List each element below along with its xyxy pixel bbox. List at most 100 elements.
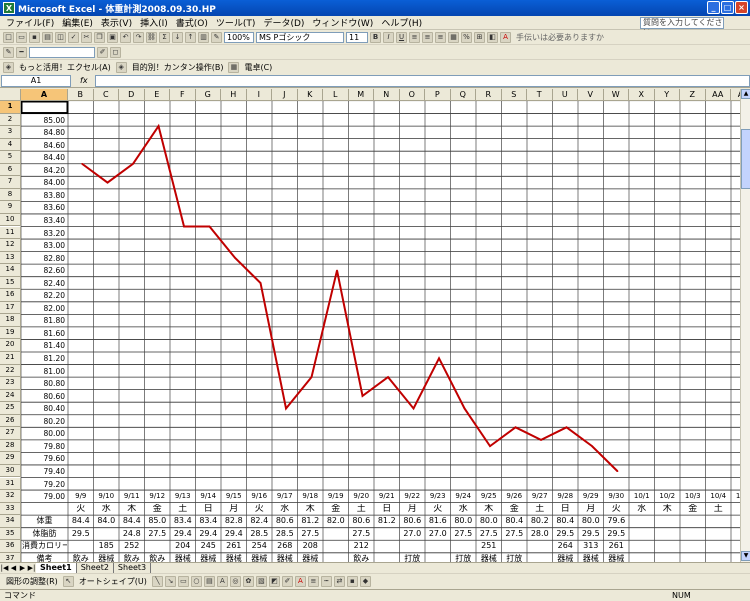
row-header[interactable]: 5 [0, 151, 21, 164]
weight-cell[interactable]: 84.0 [95, 516, 119, 528]
row-header[interactable]: 26 [0, 414, 21, 428]
bodyfat-cell[interactable]: 29.5 [554, 529, 578, 541]
calories-cell[interactable] [452, 541, 476, 553]
calories-cell[interactable] [324, 541, 348, 553]
column-header[interactable]: C [93, 89, 119, 101]
row-header[interactable]: 2 [0, 113, 21, 127]
weekday-cell[interactable]: 金 [146, 504, 170, 516]
date-cell[interactable]: 9/20 [350, 491, 374, 503]
weekday-cell[interactable]: 月 [222, 504, 246, 516]
column-header[interactable]: K [297, 89, 323, 101]
scroll-up-icon[interactable]: ▲ [741, 89, 750, 99]
column-header[interactable]: N [374, 89, 400, 101]
column-header[interactable]: Z [680, 89, 706, 101]
column-header[interactable]: R [476, 89, 502, 101]
bodyfat-cell[interactable]: 27.5 [350, 529, 374, 541]
calories-cell[interactable]: 254 [248, 541, 272, 553]
notes-cell[interactable]: 器械 [197, 554, 221, 562]
date-cell[interactable]: 9/15 [222, 491, 246, 503]
chart-wizard-icon[interactable]: ▥ [198, 31, 209, 43]
date-cell[interactable]: 10/4 [707, 491, 731, 503]
notes-cell[interactable]: 器械 [299, 554, 323, 562]
print-icon[interactable]: ▤ [42, 31, 53, 43]
column-header[interactable]: G [195, 89, 221, 101]
preview-icon[interactable]: ◫ [55, 31, 66, 43]
date-cell[interactable]: 9/21 [375, 491, 399, 503]
bodyfat-cell[interactable] [324, 529, 348, 541]
scroll-down-icon[interactable]: ▼ [741, 551, 750, 561]
weekday-cell[interactable]: 土 [171, 504, 195, 516]
weight-cell[interactable]: 79.6 [605, 516, 629, 528]
bodyfat-cell[interactable]: 29.5 [69, 529, 93, 541]
date-cell[interactable]: 9/18 [299, 491, 323, 503]
weekday-cell[interactable]: 火 [426, 504, 450, 516]
weekday-cell[interactable]: 土 [350, 504, 374, 516]
weekday-cell[interactable]: 木 [656, 504, 680, 516]
bodyfat-cell[interactable] [95, 529, 119, 541]
eraser-icon[interactable]: ◻ [110, 46, 121, 58]
notes-cell[interactable]: 器械 [222, 554, 246, 562]
fill-color-icon[interactable]: ◧ [487, 31, 498, 43]
column-header[interactable]: Q [450, 89, 476, 101]
oval-tool-icon[interactable]: ○ [190, 576, 202, 587]
row-label-weight[interactable]: 体重 [22, 516, 67, 528]
paste-icon[interactable]: ▣ [107, 31, 118, 43]
save-icon[interactable]: ▪ [29, 31, 40, 43]
column-header[interactable]: I [246, 89, 272, 101]
weekday-cell[interactable]: 水 [452, 504, 476, 516]
addin-calculator[interactable]: 電卓(C) [241, 62, 275, 73]
date-cell[interactable]: 10/2 [656, 491, 680, 503]
notes-cell[interactable] [324, 554, 348, 562]
bodyfat-cell[interactable]: 27.5 [503, 529, 527, 541]
last-sheet-icon[interactable]: ▶| [27, 564, 36, 572]
column-header[interactable]: L [323, 89, 349, 101]
column-header[interactable]: W [603, 89, 629, 101]
date-cell[interactable]: 9/28 [554, 491, 578, 503]
calories-cell[interactable] [528, 541, 552, 553]
first-sheet-icon[interactable]: |◀ [0, 564, 9, 572]
column-header[interactable]: X [629, 89, 655, 101]
sort-asc-icon[interactable]: ↓ [172, 31, 183, 43]
calories-cell[interactable]: 251 [477, 541, 501, 553]
row-label-calories[interactable]: 消費カロリー [22, 541, 67, 553]
weight-cell[interactable]: 82.0 [324, 516, 348, 528]
column-header[interactable]: A [21, 89, 68, 101]
notes-cell[interactable]: 器械 [554, 554, 578, 562]
underline-button[interactable]: U [396, 31, 407, 43]
notes-cell[interactable]: 器械 [95, 554, 119, 562]
row-header[interactable]: 28 [0, 439, 21, 453]
weekday-cell[interactable]: 水 [95, 504, 119, 516]
weight-cell[interactable]: 83.4 [197, 516, 221, 528]
minimize-button[interactable]: _ [707, 1, 720, 14]
row-header[interactable]: 4 [0, 138, 21, 152]
weight-cell[interactable]: 80.4 [503, 516, 527, 528]
weight-cell[interactable]: 84.4 [120, 516, 144, 528]
borders-icon[interactable]: ⊞ [474, 31, 485, 43]
bodyfat-cell[interactable]: 27.5 [146, 529, 170, 541]
calories-cell[interactable] [503, 541, 527, 553]
date-cell[interactable]: 9/24 [452, 491, 476, 503]
row-label-notes[interactable]: 備考 [22, 554, 67, 562]
calories-cell[interactable]: 212 [350, 541, 374, 553]
shadow-icon[interactable]: ▪ [346, 576, 358, 587]
select-all-corner[interactable] [0, 89, 21, 101]
row-label-bodyfat[interactable]: 体脂肪 [22, 529, 67, 541]
notes-cell[interactable]: 打放 [452, 554, 476, 562]
menu-file[interactable]: ファイル(F) [2, 16, 58, 29]
weekday-cell[interactable]: 日 [197, 504, 221, 516]
line-weight-icon[interactable]: ≡ [307, 576, 319, 587]
pen-icon[interactable]: ✎ [3, 46, 14, 58]
calories-cell[interactable] [426, 541, 450, 553]
notes-cell[interactable]: 器械 [605, 554, 629, 562]
scroll-thumb[interactable] [741, 129, 750, 189]
autoshape-menu[interactable]: オートシェイプ(U) [76, 576, 150, 587]
bodyfat-cell[interactable]: 29.4 [222, 529, 246, 541]
date-cell[interactable]: 9/10 [95, 491, 119, 503]
column-header[interactable]: O [399, 89, 425, 101]
clipart-icon[interactable]: ✿ [242, 576, 254, 587]
select-arrow-icon[interactable]: ↖ [62, 576, 74, 587]
weekday-cell[interactable]: 月 [401, 504, 425, 516]
date-cell[interactable]: 10/3 [681, 491, 705, 503]
bold-button[interactable]: B [370, 31, 381, 43]
menu-window[interactable]: ウィンドウ(W) [308, 16, 377, 29]
